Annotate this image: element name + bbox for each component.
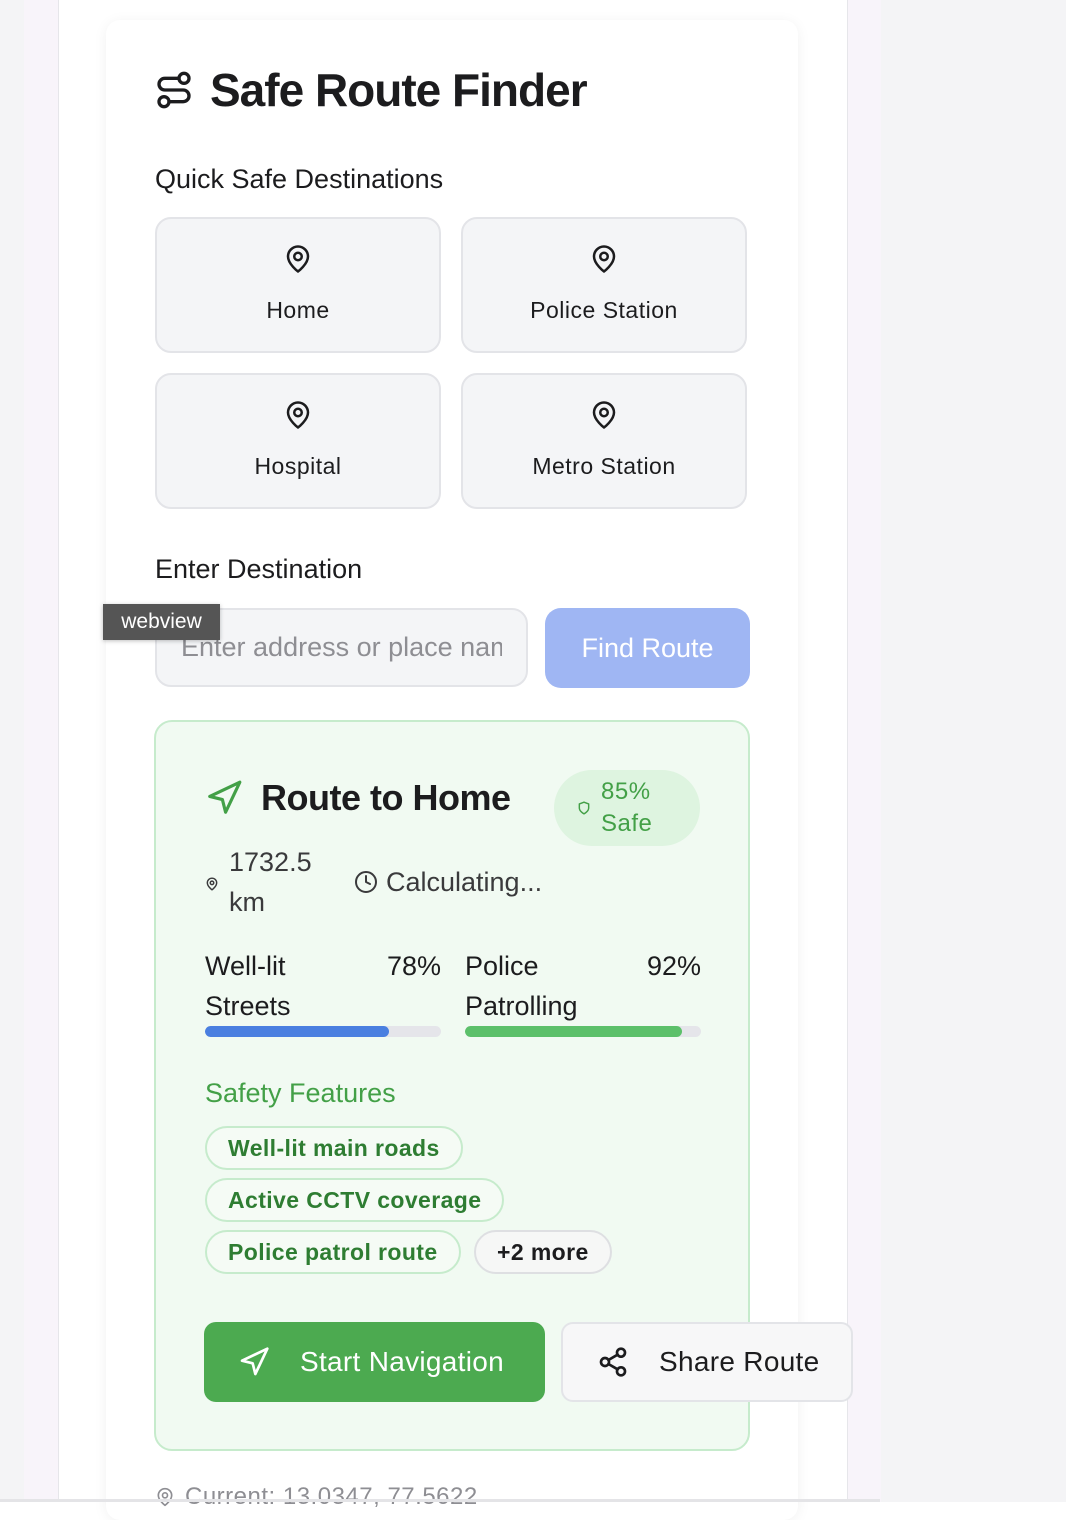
- webview-tooltip: webview: [103, 604, 220, 640]
- metric-name: Well-lit Streets: [205, 951, 291, 1021]
- start-navigation-label: Start Navigation: [300, 1346, 505, 1377]
- right-border-panel: [847, 0, 882, 1502]
- safety-score: 85% Safe: [601, 778, 653, 837]
- safety-badge: 85% Safe: [554, 770, 700, 846]
- route-title: Route to Home: [261, 777, 511, 818]
- eta-info: Calculating...: [354, 862, 542, 902]
- map-pin-icon: [286, 245, 310, 273]
- destination-label: Police Station: [530, 297, 678, 323]
- navigation-arrow-icon: [240, 1347, 269, 1376]
- share-route-button[interactable]: Share Route: [561, 1322, 853, 1402]
- safety-features-heading: Safety Features: [205, 1078, 396, 1108]
- navigation-arrow-icon: [208, 780, 242, 814]
- destination-home-button[interactable]: Home: [155, 217, 441, 353]
- feature-chip: Well-lit main roads: [205, 1126, 463, 1170]
- more-features-chip[interactable]: +2 more: [474, 1230, 612, 1274]
- shield-icon: [578, 801, 590, 815]
- map-pin-icon: [592, 245, 616, 273]
- progress-track: [205, 1026, 441, 1037]
- route-distance: 1732.5 km: [229, 847, 312, 917]
- map-pin-icon: [157, 1487, 173, 1507]
- destination-police-station-button[interactable]: Police Station: [461, 217, 747, 353]
- map-pin-icon: [206, 877, 218, 891]
- share-route-label: Share Route: [659, 1346, 820, 1377]
- route-eta: Calculating...: [386, 866, 543, 897]
- progress-track: [465, 1026, 701, 1037]
- progress-fill: [205, 1026, 390, 1037]
- current-coordinates: Current: 13.0347, 77.5622: [185, 1483, 478, 1510]
- right-gutter: [881, 0, 1066, 1502]
- destination-label: Metro Station: [532, 453, 676, 479]
- metric-percent: 92%: [646, 951, 701, 981]
- route-icon: [157, 71, 191, 109]
- map-pin-icon: [592, 401, 616, 429]
- map-pin-icon: [286, 401, 310, 429]
- enter-destination-heading: Enter Destination: [155, 554, 363, 584]
- metric-percent: 78%: [386, 951, 441, 981]
- quick-destinations-heading: Quick Safe Destinations: [155, 164, 444, 194]
- destination-label: Hospital: [254, 453, 342, 479]
- progress-fill: [465, 1026, 683, 1037]
- destination-hospital-button[interactable]: Hospital: [155, 373, 441, 509]
- header: Safe Route Finder: [154, 62, 588, 118]
- current-location: Current: 13.0347, 77.5622: [155, 1483, 478, 1511]
- page-title: Safe Route Finder: [210, 64, 588, 116]
- left-border-panel: [24, 0, 59, 1502]
- left-gutter: [0, 0, 24, 1502]
- distance-info: 1732.5 km: [205, 842, 319, 922]
- destination-label: Home: [266, 297, 330, 323]
- start-navigation-button[interactable]: Start Navigation: [204, 1322, 545, 1402]
- destination-metro-station-button[interactable]: Metro Station: [461, 373, 747, 509]
- metric-name: Police Patrolling: [465, 951, 578, 1021]
- share-icon: [599, 1347, 627, 1377]
- find-route-button[interactable]: Find Route: [545, 608, 750, 688]
- clock-icon: [355, 871, 377, 893]
- feature-chip: Police patrol route: [205, 1230, 461, 1274]
- route-header: Route to Home: [205, 775, 511, 821]
- feature-chip: Active CCTV coverage: [205, 1178, 505, 1222]
